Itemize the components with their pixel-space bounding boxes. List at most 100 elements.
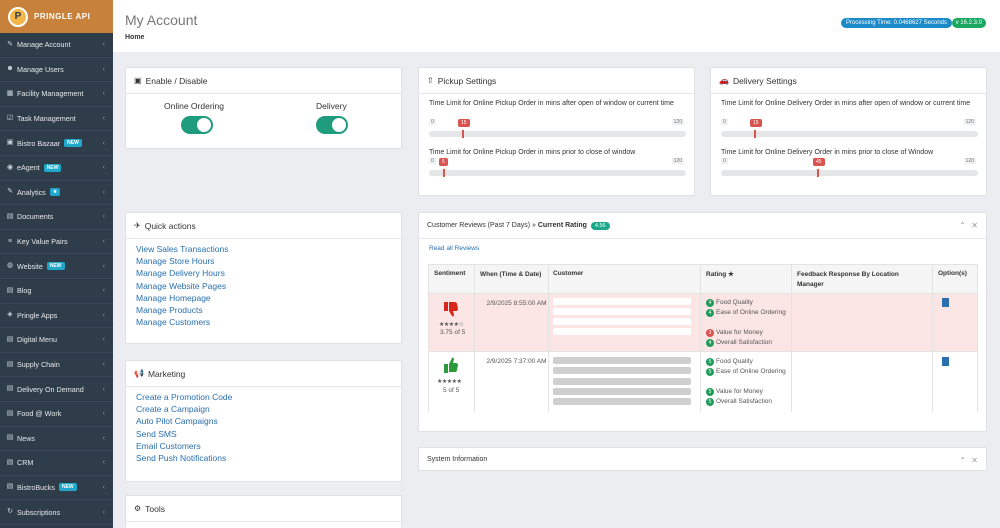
sidebar-item-blog[interactable]: ▤ Blog ‹: [0, 279, 113, 304]
customer-redacted: [553, 357, 691, 364]
sidebar-item-bistro-bazaar[interactable]: ▣ Bistro Bazaar NEW ‹: [0, 131, 113, 156]
rating-label: Overall Satisfaction: [716, 398, 772, 405]
pickup-slider1-track[interactable]: [429, 131, 686, 137]
collapse-icon[interactable]: ⌃: [959, 221, 966, 230]
sidebar-item-task-management[interactable]: ☑ Task Management ‹: [0, 107, 113, 132]
document-icon[interactable]: [942, 357, 949, 366]
close-icon[interactable]: ✕: [971, 221, 978, 230]
sidebar-item-news[interactable]: ▤ News ‹: [0, 427, 113, 452]
delivery-slider2-handle[interactable]: [817, 169, 819, 177]
sidebar-item-subscriptions[interactable]: ↻ Subscriptions ‹: [0, 500, 113, 525]
sidebar-item-bistrobucks[interactable]: ▤ BistroBucks NEW ‹: [0, 476, 113, 501]
chevron-left-icon: ‹: [102, 287, 105, 295]
rating-score-badge: 5: [706, 398, 714, 406]
menu-icon: ▤: [6, 335, 14, 343]
col-sentiment: Sentiment: [434, 270, 466, 277]
delivery-slider2-value: 45: [813, 158, 825, 166]
pickup-slider2-track[interactable]: [429, 170, 686, 176]
rating-item: 4 Ease of Online Ordering: [706, 308, 791, 318]
sidebar-item-delivery-on-demand[interactable]: ▤ Delivery On Demand ‹: [0, 377, 113, 402]
quick-link[interactable]: Manage Store Hours: [136, 256, 214, 266]
col-divider: [932, 265, 933, 412]
sidebar-item-manage-users[interactable]: ☻ Manage Users ‹: [0, 58, 113, 83]
sidebar-item-label: Facility Management: [17, 89, 84, 99]
delivery-slider2-min: 0: [721, 158, 728, 164]
read-all-reviews-link[interactable]: Read all Reviews: [429, 245, 479, 252]
sidebar-item-label: Subscriptions: [17, 507, 61, 517]
sidebar-item-crm[interactable]: ▤ CRM ‹: [0, 451, 113, 476]
marketing-link[interactable]: Send Push Notifications: [136, 453, 226, 463]
delivery-slider1-handle[interactable]: [754, 130, 756, 138]
chevron-left-icon: ‹: [102, 311, 105, 319]
quick-link[interactable]: Manage Delivery Hours: [136, 268, 225, 278]
tools-panel: ⚙ Tools: [125, 495, 402, 528]
sidebar-item-label: Key Value Pairs: [17, 237, 68, 247]
quick-link[interactable]: View Sales Transactions: [136, 244, 228, 254]
car-icon: 🚗: [719, 76, 729, 85]
quick-link[interactable]: Manage Customers: [136, 317, 210, 327]
analytics-icon: ✎: [7, 188, 13, 196]
rating-score-badge: 3: [706, 329, 714, 337]
col-customer: Customer: [553, 270, 584, 277]
sidebar-item-label: Delivery On Demand: [17, 384, 84, 394]
customer-redacted: [553, 398, 691, 405]
rating-label: Ease of Online Ordering: [716, 368, 786, 375]
bucks-icon: ▤: [6, 483, 14, 491]
quick-link[interactable]: Manage Website Pages: [136, 281, 226, 291]
rating-score-badge: 5: [706, 388, 714, 396]
close-icon[interactable]: ✕: [971, 456, 978, 465]
marketing-link[interactable]: Send SMS: [136, 429, 177, 439]
collapse-icon[interactable]: ⌃: [959, 456, 966, 465]
when-row1: 2/9/2025 8:55:00 AM: [486, 300, 547, 307]
customer-redacted: [553, 367, 691, 374]
sidebar-item-digital-menu[interactable]: ▤ Digital Menu ‹: [0, 328, 113, 353]
customer-redacted: [553, 378, 691, 385]
marketing-link[interactable]: Email Customers: [136, 441, 201, 451]
sidebar-item-pringle-apps[interactable]: ◈ Pringle Apps ‹: [0, 304, 113, 329]
quick-link[interactable]: Manage Homepage: [136, 293, 211, 303]
sidebar-item-analytics[interactable]: ✎ Analytics ★ ‹: [0, 181, 113, 206]
marketing-link[interactable]: Create a Promotion Code: [136, 392, 232, 402]
stars-row1: ★★★★☆: [439, 322, 464, 328]
customer-redacted: [553, 328, 691, 335]
document-icon: ▤: [6, 212, 14, 220]
delivery-slider2-max: 120: [963, 158, 976, 164]
quick-link[interactable]: Manage Products: [136, 305, 203, 315]
logo[interactable]: P PRINGLE API: [0, 0, 113, 33]
pickup-slider1-handle[interactable]: [462, 130, 464, 138]
rating-score-badge: 5: [706, 368, 714, 376]
rating-label: Ease of Online Ordering: [716, 309, 786, 316]
toggle-icon: ▣: [134, 76, 142, 85]
col-rating: Rating ★: [706, 271, 734, 278]
sidebar-item-key-value-pairs[interactable]: ≡ Key Value Pairs ‹: [0, 230, 113, 255]
marketing-link[interactable]: Auto Pilot Campaigns: [136, 416, 218, 426]
tools-title: ⚙ Tools: [126, 496, 401, 522]
document-icon[interactable]: [942, 298, 949, 307]
pickup-slider2-handle[interactable]: [443, 169, 445, 177]
breadcrumb[interactable]: Home: [125, 34, 144, 41]
marketing-link[interactable]: Create a Campaign: [136, 404, 210, 414]
pickup-slider2-max: 120: [671, 158, 684, 164]
rating-score-badge: 4: [706, 309, 714, 317]
sidebar-item-label: Manage Users: [17, 64, 64, 74]
tasks-icon: ☑: [6, 114, 14, 122]
sidebar-item-manage-account[interactable]: ✎ Manage Account ‹: [0, 33, 113, 58]
reviews-panel: Customer Reviews (Past 7 Days) » Current…: [418, 212, 987, 432]
sidebar-item-documents[interactable]: ▤ Documents ‹: [0, 205, 113, 230]
agent-icon: ◉: [6, 163, 14, 171]
building-icon: ▦: [6, 89, 14, 97]
delivery-slider2-track[interactable]: [721, 170, 978, 176]
food-icon: ▤: [6, 409, 14, 417]
customer-redacted: [553, 388, 691, 395]
sidebar-item-eagent[interactable]: ◉ eAgent NEW ‹: [0, 156, 113, 181]
sidebar-item-facility-management[interactable]: ▦ Facility Management ‹: [0, 82, 113, 107]
rating-item: 3 Value for Money: [706, 328, 791, 338]
delivery-slider1-track[interactable]: [721, 131, 978, 137]
sidebar-item-supply-chain[interactable]: ▤ Supply Chain ‹: [0, 353, 113, 378]
online-ordering-toggle[interactable]: [181, 116, 213, 134]
quick-actions-title: ✈ Quick actions: [126, 213, 401, 239]
sidebar-item-food-work[interactable]: ▤ Food @ Work ‹: [0, 402, 113, 427]
delivery-toggle[interactable]: [316, 116, 348, 134]
sidebar-item-website[interactable]: ◍ Website NEW ‹: [0, 254, 113, 279]
new-badge: NEW: [43, 163, 62, 172]
